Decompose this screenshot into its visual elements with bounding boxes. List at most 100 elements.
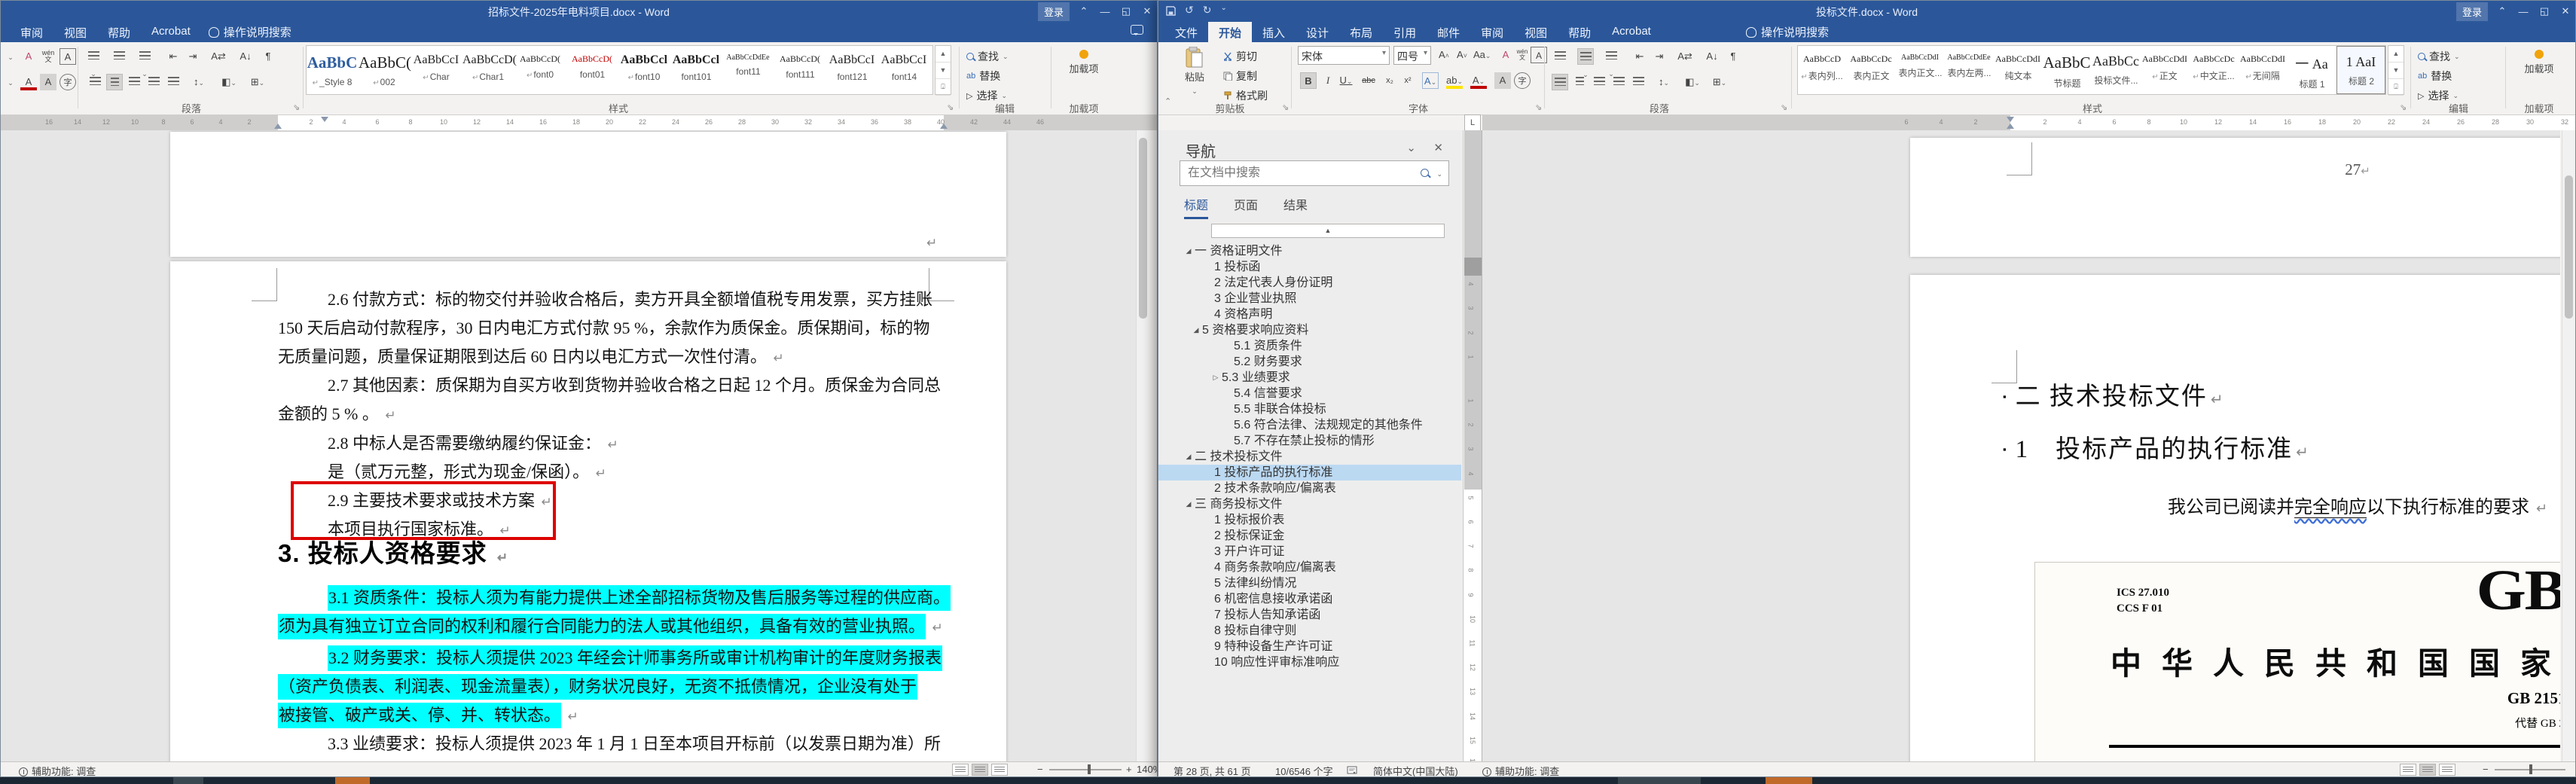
tab-help[interactable]: 帮助 xyxy=(97,22,141,42)
justify-icon[interactable] xyxy=(145,74,162,90)
proofing-icon[interactable] xyxy=(1347,764,1357,776)
ribbon-tab[interactable]: 视图 xyxy=(1514,22,1558,42)
document-canvas-right[interactable]: 27 ▪二 技术投标文件 ▪1 投标产品的执行标准 我公司已阅读并完全响应以下执… xyxy=(1482,130,2560,761)
document-line[interactable]: 2.6 付款方式：标的物交付并验收合格后，卖方开具全额增值税专用发票，买方挂账 xyxy=(278,289,932,310)
show-marks-icon[interactable]: ¶ xyxy=(1725,48,1741,65)
increase-indent-icon[interactable]: ⇥ xyxy=(185,48,201,65)
nav-heading-item[interactable]: 3 企业营业执照 xyxy=(1158,291,1461,307)
page-indicator[interactable]: 第 28 页, 共 61 页 xyxy=(1174,764,1251,776)
document-line[interactable]: 须为具有独立订立合同的权利和履行合同能力的法人或其他组织，具备有效的营业执照。 xyxy=(278,614,943,639)
web-layout-icon[interactable] xyxy=(991,764,1008,776)
hanging-indent-marker[interactable] xyxy=(2007,124,2014,129)
find-button[interactable]: 查找 ⌄ xyxy=(2418,49,2460,64)
expand-collapse-icon[interactable] xyxy=(1222,433,1234,449)
style-entry[interactable]: AaBbCcD( font01 xyxy=(566,46,618,94)
style-entry[interactable]: AaBbCcl ↵font10 xyxy=(618,46,670,94)
body-line[interactable]: 我公司已阅读并完全响应以下执行标准的要求 xyxy=(1910,492,2560,518)
style-entry[interactable]: AaBbCcD( ↵Char1 xyxy=(462,46,517,94)
expand-collapse-icon[interactable] xyxy=(1202,291,1214,307)
clipboard-dialog-launcher-icon[interactable]: ⇘ xyxy=(1282,102,1289,112)
paste-button[interactable]: 粘贴 ⌄ xyxy=(1177,47,1213,97)
nav-heading-item[interactable]: 6 机密信息接收承诺函 xyxy=(1158,591,1461,607)
expand-collapse-icon[interactable] xyxy=(1202,512,1214,528)
nav-heading-item[interactable]: 4 商务条款响应/偏离表 xyxy=(1158,560,1461,575)
language-indicator[interactable]: 简体中文(中国大陆) xyxy=(1373,764,1458,776)
expand-collapse-icon[interactable] xyxy=(1202,560,1214,575)
shading-icon[interactable]: ◧⌄ xyxy=(1684,74,1701,90)
document-line[interactable]: 3. 投标人资格要求 xyxy=(278,541,508,569)
font-color-icon[interactable]: A⌄ xyxy=(1470,72,1487,89)
ribbon-tab[interactable]: 开始 xyxy=(1208,22,1253,42)
page-28[interactable]: ▪二 技术投标文件 ▪1 投标产品的执行标准 我公司已阅读并完全响应以下执行标准… xyxy=(1910,275,2560,761)
align-center-icon[interactable] xyxy=(1571,74,1588,90)
taskbar-app-active[interactable] xyxy=(1766,777,1812,784)
taskbar-app[interactable] xyxy=(1618,777,1701,784)
style-entry[interactable]: 一 Aa 标题 1 xyxy=(2288,46,2336,94)
expand-collapse-icon[interactable] xyxy=(1202,654,1214,670)
horizontal-ruler[interactable]: 642 246810121416182022242628303234363840… xyxy=(1482,115,2575,130)
accessibility-status[interactable]: 辅助功能: 调查 xyxy=(19,764,96,776)
restore-button[interactable]: ◱ xyxy=(1119,5,1133,17)
nav-tab[interactable]: 结果 xyxy=(1283,195,1308,219)
nav-heading-item[interactable]: 2 投标保证金 xyxy=(1158,528,1461,544)
character-shading-icon[interactable]: A xyxy=(1494,72,1511,89)
taskbar-app[interactable] xyxy=(173,777,203,784)
titlebar-right[interactable]: ↺ ↻ ⌄ 投标文件.docx - Word 登录 ⌃ — ◱ ✕ xyxy=(1158,1,2575,22)
style-entry[interactable]: AaBbCcDdEe 表内左两... xyxy=(1945,46,1994,94)
nav-heading-item[interactable]: 3 开户许可证 xyxy=(1158,544,1461,560)
horizontal-ruler[interactable]: 16 14 12 10 8 6 4 2 2 4 6 8 10 12 14 16 18 20 22 24 26 28 30 3… xyxy=(1,115,1157,130)
search-options-icon[interactable]: ⌄ xyxy=(1436,170,1442,178)
copy-button[interactable]: 复制 xyxy=(1223,69,1257,84)
align-right-icon[interactable] xyxy=(126,74,142,90)
print-layout-icon[interactable] xyxy=(2419,764,2436,776)
nav-heading-item[interactable]: 8 投标自律守则 xyxy=(1158,623,1461,639)
nav-close-icon[interactable]: ✕ xyxy=(1433,141,1443,154)
expand-collapse-icon[interactable] xyxy=(1202,465,1214,480)
expand-collapse-icon[interactable] xyxy=(1202,623,1214,639)
style-entry[interactable]: AaBbC 节标题 xyxy=(2043,46,2092,94)
bullet-list-icon[interactable]: ⌄ xyxy=(1552,48,1568,78)
expand-collapse-icon[interactable] xyxy=(1222,354,1234,370)
superscript-icon[interactable]: x² xyxy=(1399,72,1416,89)
ribbon-tab[interactable]: 插入 xyxy=(1252,22,1296,42)
scrollbar-thumb[interactable] xyxy=(1139,138,1147,319)
multilevel-list-icon[interactable]: ⌄ xyxy=(1603,48,1619,78)
expand-collapse-icon[interactable]: ◢ xyxy=(1183,496,1195,512)
nav-heading-item[interactable]: 5.7 不存在禁止投标的情形 xyxy=(1158,433,1461,449)
text-effects-icon[interactable]: A⌄ xyxy=(1422,72,1439,89)
clear-format-icon[interactable]: A xyxy=(1497,47,1514,63)
zoom-out-button[interactable]: − xyxy=(2483,764,2489,775)
heading-subsection[interactable]: ▪ 1 投标产品的执行标准 xyxy=(2003,429,2309,465)
ribbon-tab[interactable]: 设计 xyxy=(1296,22,1339,42)
expand-collapse-icon[interactable] xyxy=(1222,386,1234,401)
multilevel-list-icon[interactable]: ⌄ xyxy=(136,48,153,78)
nav-tab[interactable]: 标题 xyxy=(1184,195,1209,219)
expand-collapse-icon[interactable] xyxy=(1202,544,1214,560)
expand-collapse-icon[interactable] xyxy=(1222,417,1234,433)
hanging-indent-marker[interactable] xyxy=(274,124,282,129)
style-entry[interactable]: AaBbC( ↵002 xyxy=(359,46,411,94)
nav-heading-item[interactable]: 5.4 信誉要求 xyxy=(1158,386,1461,401)
page-previous-bottom[interactable]: ↵ xyxy=(170,132,1006,257)
borders-icon[interactable]: ⊞⌄ xyxy=(249,74,266,90)
show-marks-icon[interactable]: ¶ xyxy=(260,48,276,65)
nav-heading-item[interactable]: 10 响应性评审标准响应 xyxy=(1158,654,1461,670)
nav-search-box[interactable]: ⌄ xyxy=(1180,160,1449,186)
enclose-characters-icon[interactable]: 字 xyxy=(60,74,76,90)
tab-selector[interactable]: L xyxy=(1464,114,1481,131)
find-button[interactable]: 查找 ⌄ xyxy=(966,49,1009,64)
vertical-scrollbar-left[interactable] xyxy=(1136,130,1149,761)
expand-collapse-icon[interactable] xyxy=(1202,639,1214,654)
styles-dialog-launcher-icon[interactable]: ⇘ xyxy=(2400,102,2407,112)
document-line[interactable]: 被接管、破产或关、停、并、转状态。 xyxy=(278,703,578,728)
nav-heading-item[interactable]: 5.6 符合法律、法规规定的其他条件 xyxy=(1158,417,1461,433)
zoom-level[interactable]: 140% xyxy=(1137,764,1157,775)
addin-dot-icon[interactable] xyxy=(2535,50,2544,59)
minimize-button[interactable]: — xyxy=(2516,6,2530,17)
sign-in-button[interactable]: 登录 xyxy=(1037,2,1070,21)
titlebar-left[interactable]: 招标文件-2025年电料项目.docx - Word 登录 ⌃ — ◱ ✕ xyxy=(1,1,1157,22)
style-entry[interactable]: 1 AaI 标题 2 xyxy=(2336,46,2385,94)
justify-icon[interactable] xyxy=(1610,74,1627,90)
numbered-list-icon[interactable]: ⌄ xyxy=(1577,48,1594,78)
comments-icon[interactable] xyxy=(1131,25,1143,35)
